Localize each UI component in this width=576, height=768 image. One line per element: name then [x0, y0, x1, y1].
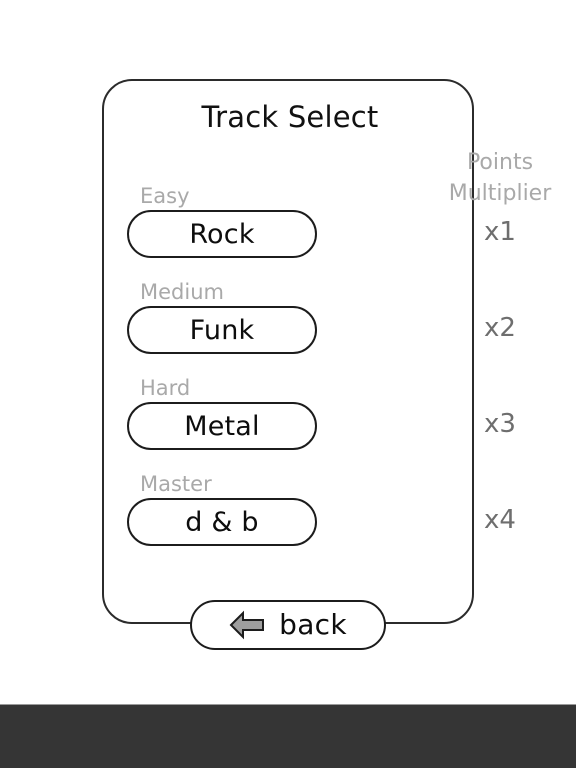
track-row: Master d & b x4 — [104, 470, 516, 566]
difficulty-label-easy: Easy — [140, 184, 190, 208]
track-button-dnb[interactable]: d & b — [127, 498, 317, 546]
points-multiplier-heading-line1: Points — [466, 150, 534, 175]
left-arrow-icon — [229, 610, 265, 640]
track-row: Medium Funk x2 — [104, 278, 516, 374]
app-canvas: Track Select Points Multiplier Easy Rock… — [0, 0, 576, 704]
back-button[interactable]: back — [190, 600, 386, 650]
track-button-label: Funk — [189, 314, 255, 346]
track-button-funk[interactable]: Funk — [127, 306, 317, 354]
difficulty-label-medium: Medium — [140, 280, 224, 304]
track-button-label: Rock — [189, 218, 255, 250]
page-title: Track Select — [201, 100, 379, 134]
back-button-label: back — [279, 608, 347, 641]
multiplier-value-dnb: x4 — [484, 505, 516, 535]
multiplier-value-metal: x3 — [484, 409, 516, 439]
track-button-rock[interactable]: Rock — [127, 210, 317, 258]
track-row: Easy Rock x1 — [104, 182, 516, 278]
track-button-metal[interactable]: Metal — [127, 402, 317, 450]
difficulty-label-hard: Hard — [140, 376, 191, 400]
difficulty-label-master: Master — [140, 472, 212, 496]
track-select-panel: Track Select Points Multiplier Easy Rock… — [102, 79, 551, 624]
track-row: Hard Metal x3 — [104, 374, 516, 470]
multiplier-value-rock: x1 — [484, 217, 516, 247]
multiplier-value-funk: x2 — [484, 313, 516, 343]
track-button-label: Metal — [184, 410, 260, 442]
system-navigation-bar — [0, 704, 576, 768]
track-button-label: d & b — [185, 506, 259, 538]
